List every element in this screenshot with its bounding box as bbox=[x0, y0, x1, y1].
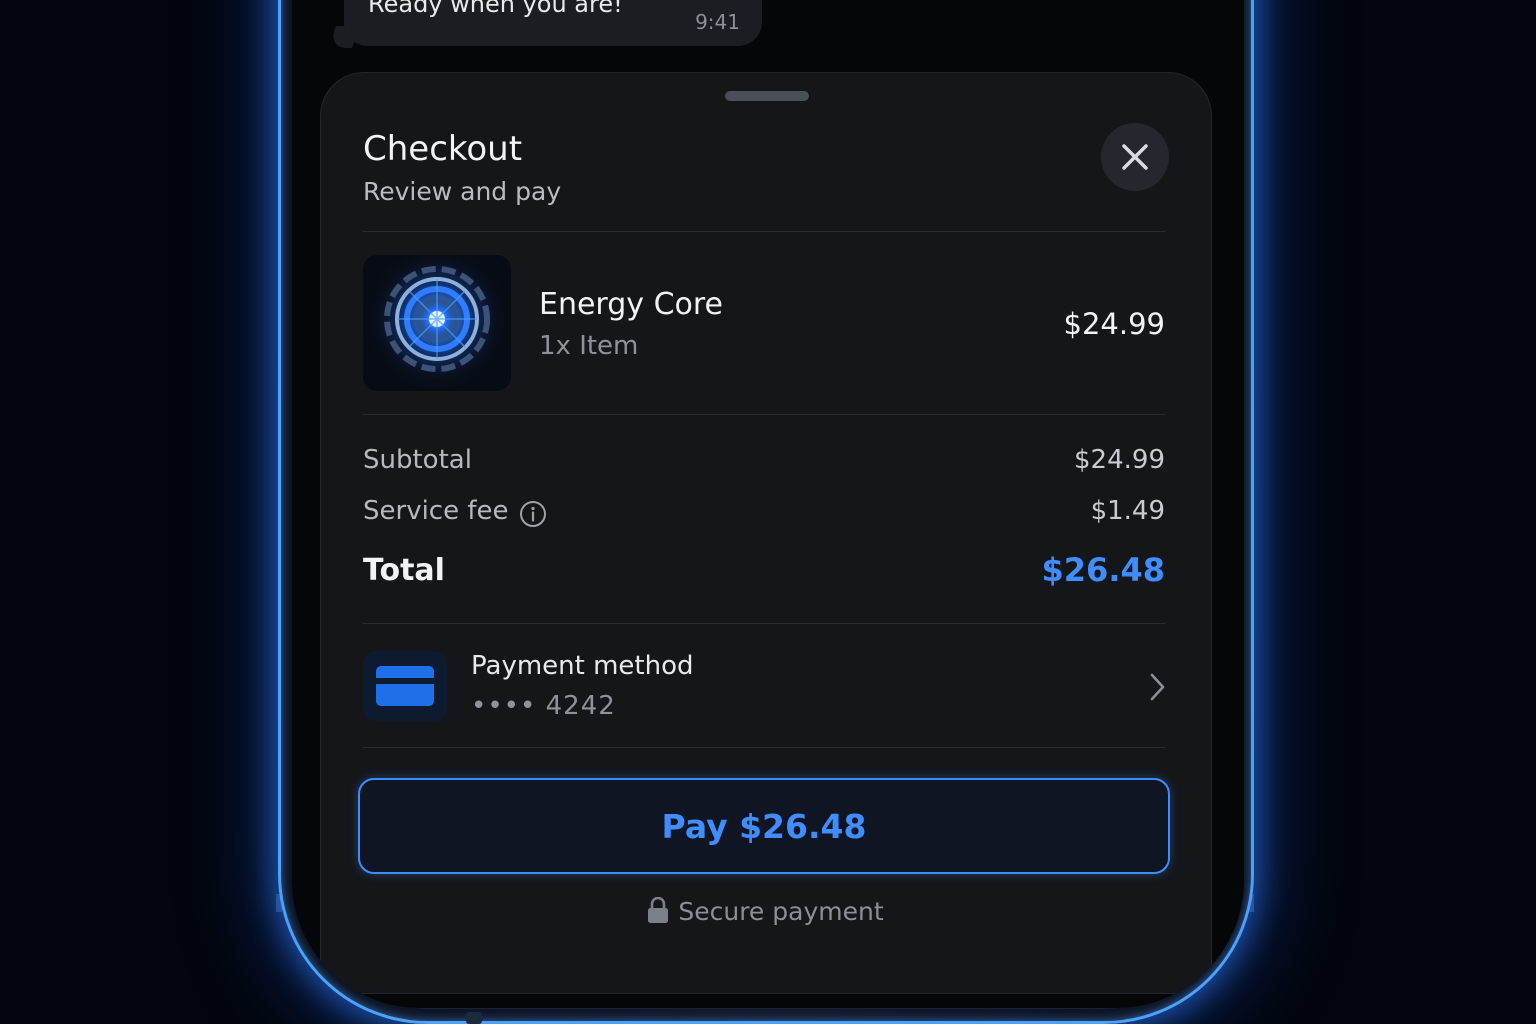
item-name: Energy Core bbox=[539, 287, 723, 322]
pay-button[interactable]: Pay $26.48 bbox=[358, 778, 1170, 874]
total-label: Total bbox=[363, 553, 445, 588]
info-icon[interactable] bbox=[519, 500, 547, 528]
subtotal-label: Subtotal bbox=[363, 445, 472, 475]
subtotal-value: $24.99 bbox=[1074, 445, 1165, 475]
divider bbox=[363, 231, 1165, 232]
credit-card-icon bbox=[376, 666, 434, 706]
checkout-sheet: Checkout Review and pay Energy Core 1x I… bbox=[320, 72, 1212, 994]
card-tile bbox=[363, 651, 447, 721]
chat-bubble: Ready when you are! 9:41 bbox=[344, 0, 762, 46]
item-quantity: 1x Item bbox=[539, 331, 639, 361]
payment-method-row[interactable]: Payment method •••• 4242 bbox=[363, 633, 1165, 723]
total-value: $26.48 bbox=[1041, 551, 1165, 589]
phone-port bbox=[466, 1012, 482, 1024]
divider bbox=[363, 747, 1165, 748]
chat-message-time: 9:41 bbox=[695, 10, 740, 34]
phone-screen: Ready when you are! 9:41 Checkout Review… bbox=[292, 0, 1244, 1008]
chevron-right-icon bbox=[1150, 673, 1165, 701]
divider bbox=[363, 414, 1165, 415]
service-fee-value: $1.49 bbox=[1090, 496, 1165, 526]
lock-icon bbox=[648, 896, 669, 923]
sheet-subtitle: Review and pay bbox=[363, 177, 562, 206]
sheet-title: Checkout bbox=[363, 129, 523, 169]
payment-method-label: Payment method bbox=[471, 651, 694, 681]
close-button[interactable] bbox=[1101, 123, 1169, 191]
energy-core-image bbox=[363, 255, 511, 391]
service-fee-label: Service fee bbox=[363, 496, 509, 526]
item-price: $24.99 bbox=[1063, 307, 1165, 341]
sheet-drag-handle[interactable] bbox=[725, 91, 809, 101]
divider bbox=[363, 623, 1165, 624]
close-icon bbox=[1122, 144, 1148, 170]
chat-message-text: Ready when you are! bbox=[368, 0, 623, 18]
secure-payment-note: Secure payment bbox=[321, 896, 1211, 926]
masked-card-number: •••• 4242 bbox=[471, 691, 616, 721]
secure-payment-text: Secure payment bbox=[678, 897, 884, 926]
